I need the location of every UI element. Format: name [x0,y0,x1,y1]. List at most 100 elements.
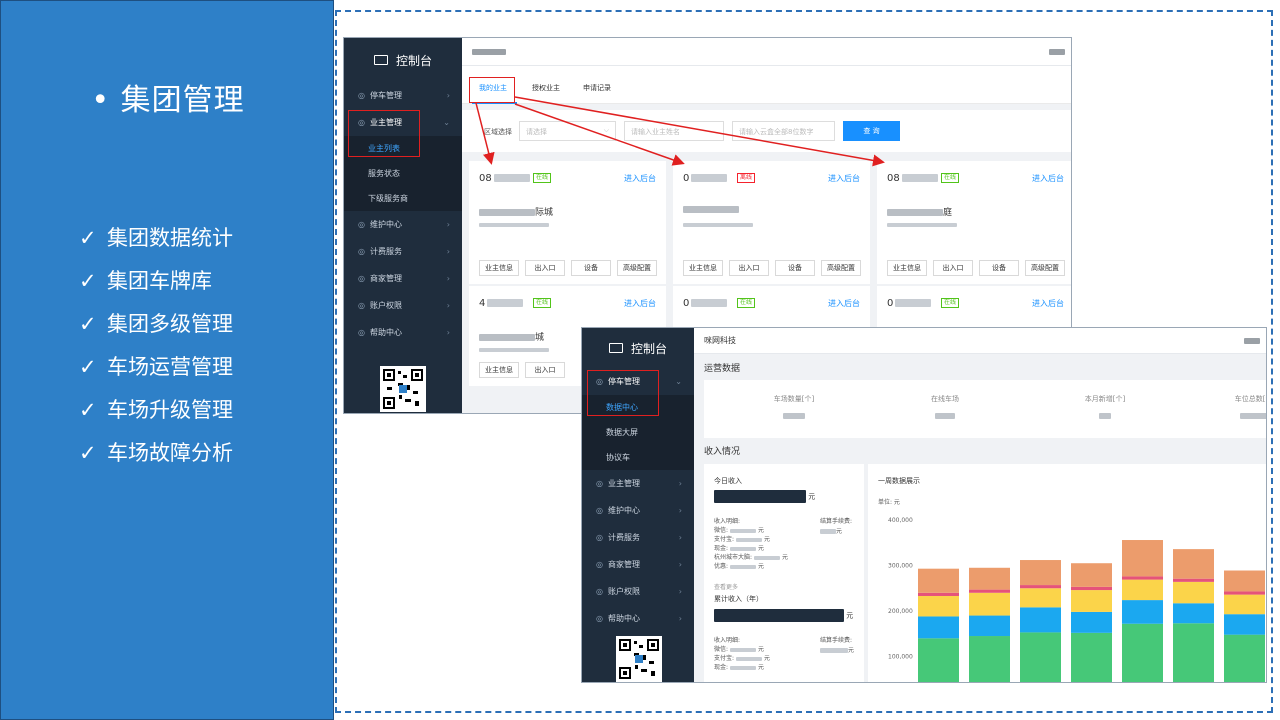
week-bar-chart: 400,000 300,000 200,000 100,000 [888,517,1265,682]
sidebar-item-label: 计费服务 [608,533,640,542]
chevron-right-icon: › [678,506,682,515]
today-rows: 微信: 元支付宝: 元现金: 元杭州城市大脑: 元优惠: 元 [714,526,788,571]
sidebar-item-label: 维护中心 [608,506,640,515]
bar-segment [1020,585,1061,589]
income-row-unit: 元 [764,655,771,662]
total-breakdown-label: 收入明细: [714,637,741,644]
stat-online-lots: 在线车场 [855,394,1035,420]
income-row-value [730,647,757,652]
brand-label-2: 控制台 [630,341,667,356]
ops-title: 运营数据 [704,364,741,374]
income-row: 微信: 元 [714,526,788,535]
chevron-right-icon: › [678,533,682,542]
bar-segment [1224,614,1265,635]
today-breakdown-label: 收入明细: [714,518,741,525]
income-row-value [730,564,757,569]
y-tick-label: 200,000 [888,608,913,615]
y-tick-label: 300,000 [888,563,913,570]
bar-segment [1173,581,1214,604]
bar-segment [1020,560,1061,586]
sidebar-item-label: 商家管理 [608,560,640,569]
bar-segment [1071,563,1112,587]
sidebar-item[interactable]: ◎ 计费服务 › [582,524,694,551]
week-chart-panel: 一周数据展示 单位: 元 400,000 300,000 200,000 100,00… [868,464,1266,682]
bar-segment [1071,586,1112,591]
income-row-label: 优惠: [714,563,729,570]
bar-segment [1122,540,1163,577]
income-row-value [736,537,763,542]
chevron-right-icon: › [678,479,682,488]
bar-segment [1224,570,1265,592]
arrow-to-card-1 [475,102,495,165]
income-row: 微信: 元 [714,645,770,654]
income-row: 支付宝: 元 [714,535,788,544]
income-row-label: 微信: [714,527,729,534]
bar-segment [918,568,959,593]
view-more-link[interactable]: 查看更多 [714,582,738,591]
company-name: 咪网科技 [704,336,736,345]
sidebar-item-label: 账户权限 [608,587,640,596]
income-row-label: 支付宝: [714,536,735,543]
sidebar-item[interactable]: ◎ 商家管理 › [582,551,694,578]
sidebar-subitem[interactable]: 数据大屏 [582,420,694,445]
bar-segment [1224,634,1265,682]
bar-segment [918,592,959,596]
stat-value [935,413,955,419]
monitor-icon [608,343,623,353]
income-row-unit: 元 [782,554,789,561]
bar-segment [1122,600,1163,624]
sidebar-item[interactable]: ◎ 帮助中心 › [582,605,694,632]
stat-total-spaces: 车位总数[个] [1165,394,1266,420]
income-row-unit: 元 [758,646,765,653]
bar-segment [969,592,1010,616]
bar-segment [1020,632,1061,682]
stat-value [1240,413,1266,419]
today-income-unit: 元 [808,492,816,501]
total-income-title: 累计收入（年） [714,595,763,603]
total-income-unit: 元 [846,611,854,620]
income-row-value [754,555,781,560]
sidebar-brand-2[interactable]: 控制台 [582,328,694,368]
bar-segment [1020,607,1061,633]
bar-segment [1071,590,1112,612]
income-row-label: 微信: [714,646,729,653]
bar-segment [1122,579,1163,601]
income-row-label: 现金: [714,545,729,552]
account-icon: ◎ [596,587,603,596]
income-row: 杭州城市大脑: 元 [714,553,788,562]
income-panel: 今日收入 元 收入明细: 结算手续费: 元 微信: 元支付宝: 元现金: 元杭州城市大… [704,464,864,682]
sidebar-item[interactable]: ◎ 业主管理 › [582,470,694,497]
income-row-value [730,546,757,551]
chevron-right-icon: › [678,614,682,623]
bar-segment [918,638,959,682]
income-row-label: 杭州城市大脑: [714,554,753,561]
y-tick-label: 100,000 [888,654,913,661]
arrow-to-card-3 [514,96,885,167]
income-row-unit: 元 [758,563,765,570]
total-rows: 微信: 元支付宝: 元现金: 元 [714,645,770,672]
sidebar-subitem[interactable]: 协议车 [582,445,694,470]
sidebar-item[interactable]: ◎ 账户权限 › [582,578,694,605]
today-fee-unit: 元 [836,528,843,535]
income-row-unit: 元 [758,527,765,534]
today-income-title: 今日收入 [714,477,742,485]
income-row: 支付宝: 元 [714,654,770,663]
shop-icon: ◎ [596,560,603,569]
wrench-icon: ◎ [596,506,603,515]
income-row-label: 现金: [714,664,729,671]
income-row: 现金: 元 [714,544,788,553]
stat-value [1099,413,1111,419]
income-row-unit: 元 [758,664,765,671]
income-row: 优惠: 元 [714,562,788,571]
building-icon: ◎ [596,479,603,488]
user-menu-2[interactable] [1244,337,1260,344]
stat-label: 车位总数[个] [1234,395,1266,403]
income-row: 现金: 元 [714,663,770,672]
bar-segment [1173,603,1214,624]
today-income-value: 元 [714,490,815,503]
highlight-data-center-menu [587,370,659,416]
sidebar-item[interactable]: ◎ 维护中心 › [582,497,694,524]
bar-segment [1173,578,1214,582]
bar-segment [1173,623,1214,682]
chevron-right-icon: › [678,560,682,569]
